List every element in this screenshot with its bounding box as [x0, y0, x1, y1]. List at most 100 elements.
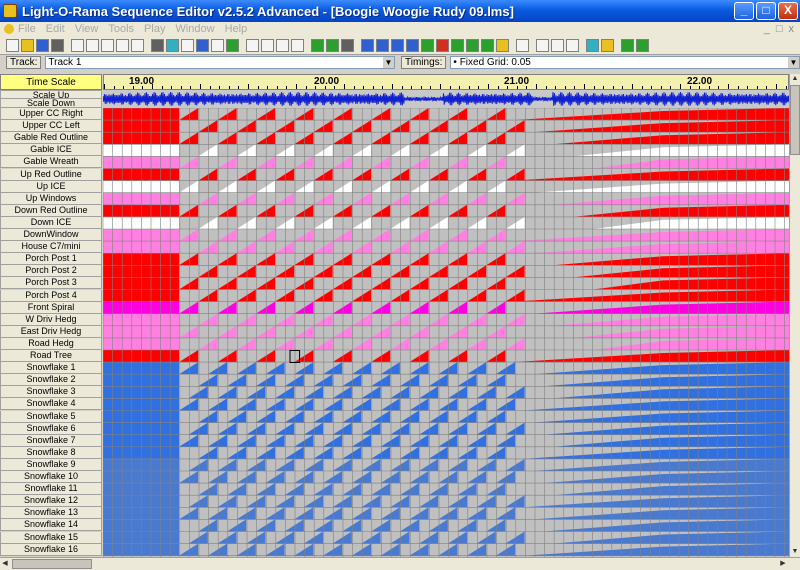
channel-name[interactable]: Snowflake 1 — [0, 362, 102, 375]
scroll-up-icon[interactable]: ▲ — [790, 74, 800, 84]
channel-name[interactable]: Upper CC Left — [0, 120, 102, 133]
cut-icon[interactable] — [71, 38, 84, 52]
intensity-icon[interactable] — [166, 38, 179, 52]
menu-play[interactable]: Play — [144, 23, 165, 35]
channel-name[interactable]: Snowflake 16 — [0, 543, 102, 556]
timings-button[interactable]: Timings: — [401, 56, 447, 69]
menu-file[interactable]: File — [18, 23, 36, 35]
channel-name[interactable]: W Driv Hedg — [0, 313, 102, 326]
menu-view[interactable]: View — [75, 23, 99, 35]
menu-tools[interactable]: Tools — [108, 23, 134, 35]
horizontal-scrollbar[interactable]: ◀ ▶ — [0, 557, 800, 570]
channel-name[interactable]: Snowflake 8 — [0, 446, 102, 459]
shimmer-icon[interactable] — [406, 38, 419, 52]
zoom-out-icon[interactable] — [261, 38, 274, 52]
channel-name[interactable]: Snowflake 2 — [0, 374, 102, 387]
star-icon[interactable] — [496, 38, 509, 52]
vertical-scroll-thumb[interactable] — [790, 85, 800, 155]
channel-name[interactable]: Snowflake 9 — [0, 458, 102, 471]
align-icon[interactable] — [151, 38, 164, 52]
channel-name[interactable]: East Driv Hedg — [0, 325, 102, 338]
menu-edit[interactable]: Edit — [46, 23, 65, 35]
channel-name[interactable]: Upper CC Right — [0, 108, 102, 121]
channel-name[interactable]: Porch Post 3 — [0, 277, 102, 290]
channel-name[interactable]: Front Spiral — [0, 301, 102, 314]
channel-name[interactable]: Up Red Outline — [0, 168, 102, 181]
channel-name[interactable]: Snowflake 7 — [0, 434, 102, 447]
open-icon[interactable] — [21, 38, 34, 52]
channel-name[interactable]: Porch Post 1 — [0, 253, 102, 266]
scroll-right-icon[interactable]: ▶ — [778, 559, 788, 569]
menu-help[interactable]: Help — [225, 23, 248, 35]
channel-name[interactable]: Road Hedg — [0, 337, 102, 350]
window-icon[interactable] — [586, 38, 599, 52]
zoom-all-icon[interactable] — [291, 38, 304, 52]
menu-window[interactable]: Window — [175, 23, 214, 35]
new-icon[interactable] — [6, 38, 19, 52]
scroll-down-icon[interactable]: ▼ — [790, 547, 800, 557]
doc-restore-button[interactable]: □ — [776, 23, 783, 35]
cascade-icon[interactable] — [601, 38, 614, 52]
channel-name[interactable]: Snowflake 4 — [0, 398, 102, 411]
track-select[interactable]: Track 1 ▼ — [45, 56, 395, 69]
fade-up-icon[interactable] — [451, 38, 464, 52]
scale-up-button[interactable]: Scale Up — [0, 90, 102, 99]
zoom-in-icon[interactable] — [246, 38, 259, 52]
timings-select[interactable]: • Fixed Grid: 0.05 ▼ — [450, 56, 800, 69]
maximize-button[interactable]: □ — [756, 2, 776, 20]
pointer-icon[interactable] — [361, 38, 374, 52]
channel-name[interactable]: House C7/mini — [0, 241, 102, 254]
timer-icon[interactable] — [211, 38, 224, 52]
on-icon[interactable] — [421, 38, 434, 52]
zoom-fit-icon[interactable] — [276, 38, 289, 52]
fill-left-icon[interactable] — [551, 38, 564, 52]
channel-name[interactable]: Snowflake 14 — [0, 519, 102, 532]
paste-icon[interactable] — [101, 38, 114, 52]
channel-name[interactable]: Snowflake 13 — [0, 507, 102, 520]
fill-right-icon[interactable] — [566, 38, 579, 52]
channel-name[interactable]: Gable Wreath — [0, 156, 102, 169]
save-icon[interactable] — [36, 38, 49, 52]
channel-name[interactable]: Gable Red Outline — [0, 132, 102, 145]
stop-icon[interactable] — [341, 38, 354, 52]
doc-close-button[interactable]: x — [789, 23, 795, 35]
close-button[interactable]: X — [778, 2, 798, 20]
close-file-icon[interactable] — [51, 38, 64, 52]
channel-name[interactable]: Snowflake 15 — [0, 531, 102, 544]
hardware-icon[interactable] — [636, 38, 649, 52]
channel-name[interactable]: Gable ICE — [0, 144, 102, 157]
document-icon[interactable] — [4, 24, 14, 34]
horizontal-scroll-thumb[interactable] — [12, 559, 92, 569]
scroll-left-icon[interactable]: ◀ — [0, 559, 10, 569]
time-scale-header[interactable]: Time Scale — [0, 74, 102, 90]
channel-name[interactable]: Snowflake 12 — [0, 495, 102, 508]
grid-icon[interactable] — [181, 38, 194, 52]
twinkle-icon[interactable] — [391, 38, 404, 52]
channel-name[interactable]: Down Red Outline — [0, 204, 102, 217]
fade-down-icon[interactable] — [466, 38, 479, 52]
fx-icon[interactable] — [226, 38, 239, 52]
color-icon[interactable] — [196, 38, 209, 52]
channel-name[interactable]: Road Tree — [0, 350, 102, 363]
chase-icon[interactable] — [481, 38, 494, 52]
channel-name[interactable]: Porch Post 4 — [0, 289, 102, 302]
redo-icon[interactable] — [131, 38, 144, 52]
channel-name[interactable]: Snowflake 11 — [0, 483, 102, 496]
track-button[interactable]: Track: — [6, 56, 42, 69]
doc-minimize-button[interactable]: _ — [764, 23, 770, 35]
minimize-button[interactable]: _ — [734, 2, 754, 20]
undo-icon[interactable] — [116, 38, 129, 52]
snap-icon[interactable] — [516, 38, 529, 52]
play-icon[interactable] — [311, 38, 324, 52]
channel-name[interactable]: Snowflake 3 — [0, 386, 102, 399]
channel-name[interactable]: DownWindow — [0, 229, 102, 242]
scale-down-button[interactable]: Scale Down — [0, 99, 102, 108]
channel-name[interactable]: Up ICE — [0, 180, 102, 193]
select-icon[interactable] — [376, 38, 389, 52]
channel-name[interactable]: Down ICE — [0, 216, 102, 229]
channel-name[interactable]: Snowflake 5 — [0, 410, 102, 423]
chevron-down-icon[interactable]: ▼ — [788, 57, 799, 68]
channel-name[interactable]: Snowflake 10 — [0, 471, 102, 484]
control-panel-icon[interactable] — [621, 38, 634, 52]
fill-icon[interactable] — [536, 38, 549, 52]
